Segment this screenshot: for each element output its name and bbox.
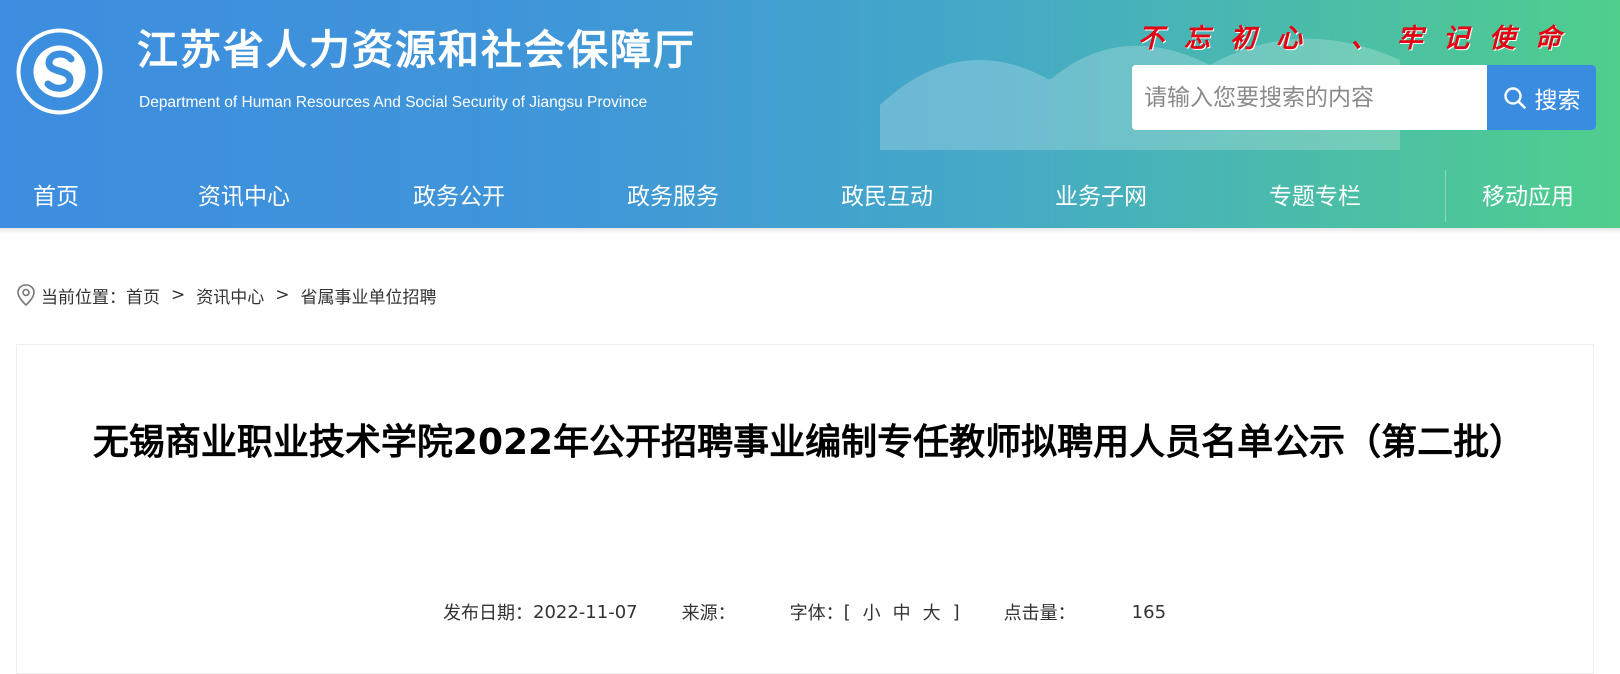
nav-item-interaction[interactable]: 政民互动 [841,177,933,211]
source-label: 来源： [681,603,736,624]
nav-item-gov-affairs[interactable]: 政务公开 [413,177,505,211]
site-header: 江苏省人力资源和社会保障厅 Department of Human Resour… [0,0,1620,228]
search-box: 搜索 [1132,65,1596,130]
article-title: 无锡商业职业技术学院2022年公开招聘事业编制专任教师拟聘用人员名单公示（第二批… [92,422,1526,463]
article-meta: 发布日期： 2022-11-07 来源： 字体： [ 小 中 大 ] 点击量： … [443,597,1166,627]
nav-item-gov-services[interactable]: 政务服务 [627,177,719,211]
search-button[interactable]: 搜索 [1487,65,1596,130]
breadcrumb-prefix: 当前位置： [41,287,126,308]
slogan: 不忘初心 、牢记使命 [1138,24,1582,54]
search-input[interactable] [1132,65,1474,130]
breadcrumb-news-center[interactable]: 资讯中心 [196,283,264,308]
font-size-bracket-open: [ [843,601,851,623]
nav-item-business-sites[interactable]: 业务子网 [1055,177,1147,211]
publish-date-label: 发布日期： [443,603,533,624]
nav-item-mobile[interactable]: 移动应用 [1482,177,1574,211]
nav-item-special-topics[interactable]: 专题专栏 [1269,177,1361,211]
article-panel: 无锡商业职业技术学院2022年公开招聘事业编制专任教师拟聘用人员名单公示（第二批… [16,344,1594,674]
breadcrumb-home[interactable]: 首页 [126,283,160,308]
site-title: 江苏省人力资源和社会保障厅 [137,26,696,74]
main-nav: 首页 资讯中心 政务公开 政务服务 政民互动 业务子网 专题专栏 移动应用 [0,165,1620,225]
nav-item-home[interactable]: 首页 [33,177,79,211]
breadcrumb-separator: > [275,285,290,305]
font-size-large-button[interactable]: 大 [923,599,941,625]
search-icon [1503,86,1526,109]
hits-value: 165 [1131,601,1167,623]
hrss-logo [16,28,103,115]
font-size-bracket-close: ] [952,601,960,623]
header-shadow [0,228,1620,234]
site-subtitle: Department of Human Resources And Social… [139,94,648,111]
publish-date-value: 2022-11-07 [533,601,638,623]
nav-item-news[interactable]: 资讯中心 [198,177,290,211]
hits-label: 点击量： [1003,603,1076,624]
breadcrumb-separator: > [171,285,186,305]
font-size-label: 字体： [789,603,844,624]
font-size-medium-button[interactable]: 中 [893,599,911,625]
nav-divider [1445,170,1446,222]
breadcrumb: 当前位置： 首页 > 资讯中心 > 省属事业单位招聘 [16,280,437,310]
search-button-label: 搜索 [1534,87,1581,114]
font-size-small-button[interactable]: 小 [863,599,881,625]
location-pin-icon [17,284,35,307]
breadcrumb-recruitment[interactable]: 省属事业单位招聘 [301,283,437,308]
